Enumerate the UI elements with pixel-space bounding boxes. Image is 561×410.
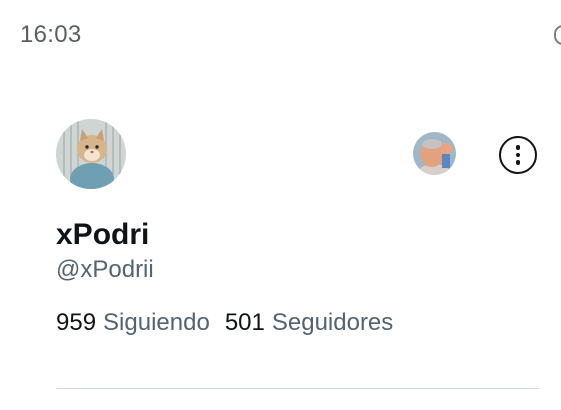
followers-count: 501 xyxy=(224,309,265,336)
following-link[interactable]: 959 Siguiendo xyxy=(56,309,210,337)
cat-photo-avatar xyxy=(56,119,126,189)
following-label: Siguiendo xyxy=(103,309,210,336)
following-count: 959 xyxy=(56,309,97,336)
divider xyxy=(56,388,539,389)
status-bar-time: 16:03 xyxy=(20,21,82,48)
battery-icon xyxy=(554,25,561,45)
more-options-button[interactable] xyxy=(499,136,537,174)
more-options-icon xyxy=(515,145,521,165)
profile-avatar[interactable] xyxy=(56,119,126,189)
profile-handle: @xPodrii xyxy=(56,256,154,283)
drawer-screen: 16:03 xPodri @xPodrii 959 Siguiendo 501 … xyxy=(0,0,561,410)
profile-stats: 959 Siguiendo 501 Seguidores xyxy=(56,309,393,337)
followers-label: Seguidores xyxy=(271,309,394,336)
profile-display-name: xPodri xyxy=(56,218,150,251)
followers-link[interactable]: 501 Seguidores xyxy=(225,309,393,337)
other-account-avatar xyxy=(413,132,456,175)
account-switcher-avatar[interactable] xyxy=(413,132,456,175)
